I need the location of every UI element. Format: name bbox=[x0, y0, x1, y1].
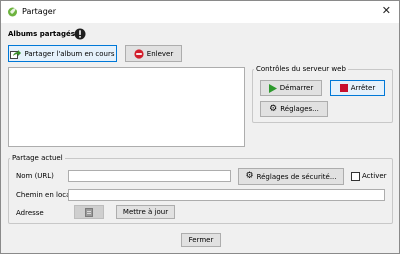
update-button[interactable]: Mettre à jour bbox=[116, 205, 175, 219]
activate-label: Activer bbox=[362, 172, 387, 180]
share-icon bbox=[10, 49, 22, 59]
address-label: Adresse bbox=[16, 209, 44, 217]
info-icon bbox=[74, 28, 86, 40]
server-settings-label: Réglages... bbox=[280, 105, 319, 113]
albums-heading: Albums partagés bbox=[8, 30, 75, 38]
title-bar[interactable]: Partager ✕ bbox=[1, 1, 399, 23]
remove-label: Enlever bbox=[146, 49, 174, 58]
app-logo-icon bbox=[8, 7, 17, 17]
gear-icon: ⚙ bbox=[269, 103, 278, 114]
copy-icon bbox=[85, 207, 93, 217]
stop-icon bbox=[339, 84, 348, 92]
remove-button[interactable]: Enlever bbox=[125, 45, 182, 62]
server-settings-button[interactable]: ⚙ Réglages... bbox=[260, 101, 328, 117]
close-button[interactable]: Fermer bbox=[181, 233, 221, 247]
play-icon bbox=[268, 83, 277, 93]
local-path-input[interactable] bbox=[68, 189, 385, 201]
close-label: Fermer bbox=[188, 236, 214, 244]
gear-icon: ⚙ bbox=[245, 171, 254, 181]
close-icon[interactable]: ✕ bbox=[382, 5, 391, 17]
local-path-label: Chemin en local bbox=[16, 191, 73, 199]
share-dialog: Partager ✕ Albums partagés Partager l'al… bbox=[0, 0, 400, 254]
security-settings-label: Réglages de sécurité... bbox=[256, 172, 337, 181]
window-title: Partager bbox=[22, 7, 56, 16]
update-label: Mettre à jour bbox=[122, 208, 169, 216]
start-label: Démarrer bbox=[279, 84, 314, 92]
security-settings-button[interactable]: ⚙ Réglages de sécurité... bbox=[238, 168, 344, 185]
activate-checkbox[interactable] bbox=[351, 172, 360, 181]
share-album-label: Partager l'album en cours bbox=[24, 49, 115, 58]
start-button[interactable]: Démarrer bbox=[260, 80, 322, 96]
stop-label: Arrêter bbox=[350, 84, 376, 92]
stop-button[interactable]: Arrêter bbox=[330, 80, 385, 96]
server-controls-legend: Contrôles du serveur web bbox=[254, 65, 348, 74]
share-album-button[interactable]: Partager l'album en cours bbox=[8, 45, 117, 62]
name-url-input[interactable] bbox=[68, 170, 231, 182]
remove-icon bbox=[134, 48, 144, 59]
current-share-legend: Partage actuel bbox=[10, 154, 65, 163]
name-url-label: Nom (URL) bbox=[16, 172, 54, 180]
copy-address-button[interactable] bbox=[74, 205, 104, 219]
shared-albums-list[interactable] bbox=[8, 67, 245, 147]
